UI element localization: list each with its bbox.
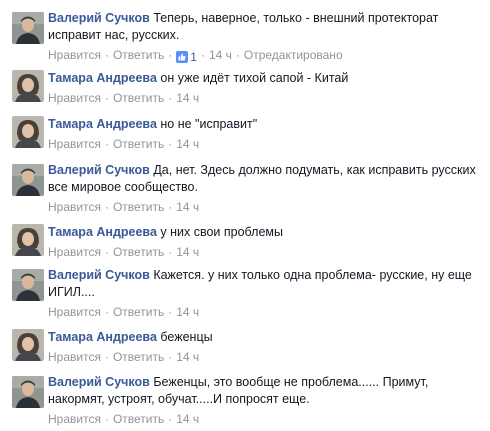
- separator: ·: [104, 200, 109, 214]
- separator: ·: [168, 350, 173, 364]
- comment-message: беженцы: [160, 330, 213, 344]
- avatar-tamara[interactable]: [12, 224, 44, 256]
- comment-actions: Нравится · Ответить · 14 ч: [48, 411, 482, 427]
- separator: ·: [168, 245, 173, 259]
- comment-text: Валерий Сучков Беженцы, это вообще не пр…: [48, 374, 482, 408]
- edited-label[interactable]: Отредактировано: [244, 48, 343, 62]
- comment-body: Тамара Андреева беженцы Нравится · Ответит…: [48, 329, 482, 365]
- like-button[interactable]: Нравится: [48, 137, 101, 151]
- reply-button[interactable]: Ответить: [113, 137, 164, 151]
- comment-author[interactable]: Валерий Сучков: [48, 375, 150, 389]
- timestamp[interactable]: 14 ч: [209, 48, 232, 62]
- comment-body: Валерий Сучков Беженцы, это вообще не пр…: [48, 374, 482, 427]
- comment-body: Тамара Андреева у них свои проблемы Нрав…: [48, 224, 482, 260]
- comment-actions: Нравится · Ответить · 14 ч: [48, 90, 482, 106]
- comment-body: Валерий Сучков Теперь, наверное, только …: [48, 10, 482, 65]
- comment-body: Тамара Андреева он уже идёт тихой сапой …: [48, 70, 482, 106]
- comment-author[interactable]: Тамара Андреева: [48, 117, 157, 131]
- comment-author[interactable]: Тамара Андреева: [48, 330, 157, 344]
- comment-body: Тамара Андреева но не "исправит" Нравитс…: [48, 116, 482, 152]
- separator: ·: [168, 137, 173, 151]
- comment-message: он уже идёт тихой сапой - Китай: [160, 71, 349, 85]
- timestamp[interactable]: 14 ч: [176, 412, 199, 426]
- separator: ·: [200, 48, 205, 62]
- reply-button[interactable]: Ответить: [113, 245, 164, 259]
- comment-actions: Нравится · Ответить · 14 ч: [48, 244, 482, 260]
- avatar-valery[interactable]: [12, 12, 44, 44]
- like-button[interactable]: Нравится: [48, 91, 101, 105]
- separator: ·: [104, 48, 109, 62]
- like-button[interactable]: Нравится: [48, 200, 101, 214]
- comment-actions: Нравится · Ответить · 1 · 14 ч · Отредактировано: [48, 47, 482, 65]
- separator: ·: [104, 245, 109, 259]
- comment-text: Валерий Сучков Теперь, наверное, только …: [48, 10, 482, 44]
- comment-message: но не "исправит": [160, 117, 258, 131]
- like-button[interactable]: Нравится: [48, 350, 101, 364]
- timestamp[interactable]: 14 ч: [176, 350, 199, 364]
- comment-text: Тамара Андреева у них свои проблемы: [48, 224, 482, 241]
- comment-author[interactable]: Валерий Сучков: [48, 268, 150, 282]
- timestamp[interactable]: 14 ч: [176, 245, 199, 259]
- separator: ·: [104, 137, 109, 151]
- comment-actions: Нравится · Ответить · 14 ч: [48, 304, 482, 320]
- separator: ·: [104, 350, 109, 364]
- comment-body: Валерий Сучков Кажется. у них только одн…: [48, 267, 482, 320]
- separator: ·: [168, 48, 173, 62]
- thumbs-up-icon: [176, 51, 189, 63]
- reply-button[interactable]: Ответить: [113, 350, 164, 364]
- separator: ·: [104, 91, 109, 105]
- reply-button[interactable]: Ответить: [113, 200, 164, 214]
- avatar-tamara[interactable]: [12, 329, 44, 361]
- reply-button[interactable]: Ответить: [113, 305, 164, 319]
- comment-text: Тамара Андреева беженцы: [48, 329, 482, 346]
- timestamp[interactable]: 14 ч: [176, 91, 199, 105]
- comment-body: Валерий Сучков Да, нет. Здесь должно под…: [48, 162, 482, 215]
- reply-button[interactable]: Ответить: [113, 48, 164, 62]
- separator: ·: [168, 305, 173, 319]
- avatar-tamara[interactable]: [12, 116, 44, 148]
- avatar-tamara[interactable]: [12, 70, 44, 102]
- like-button[interactable]: Нравится: [48, 412, 101, 426]
- like-button[interactable]: Нравится: [48, 48, 101, 62]
- timestamp[interactable]: 14 ч: [176, 137, 199, 151]
- comment-text: Валерий Сучков Да, нет. Здесь должно под…: [48, 162, 482, 196]
- avatar-valery[interactable]: [12, 164, 44, 196]
- comment-author[interactable]: Валерий Сучков: [48, 163, 150, 177]
- timestamp[interactable]: 14 ч: [176, 305, 199, 319]
- timestamp[interactable]: 14 ч: [176, 200, 199, 214]
- comment-text: Валерий Сучков Кажется. у них только одн…: [48, 267, 482, 301]
- like-count-badge[interactable]: 1: [176, 49, 197, 65]
- separator: ·: [104, 412, 109, 426]
- separator: ·: [168, 200, 173, 214]
- like-button[interactable]: Нравится: [48, 305, 101, 319]
- separator: ·: [168, 91, 173, 105]
- like-button[interactable]: Нравится: [48, 245, 101, 259]
- separator: ·: [235, 48, 240, 62]
- comment-author[interactable]: Тамара Андреева: [48, 225, 157, 239]
- comment-author[interactable]: Тамара Андреева: [48, 71, 157, 85]
- comment-message: у них свои проблемы: [160, 225, 283, 239]
- comment-text: Тамара Андреева но не "исправит": [48, 116, 482, 133]
- comment-actions: Нравится · Ответить · 14 ч: [48, 349, 482, 365]
- comment-actions: Нравится · Ответить · 14 ч: [48, 199, 482, 215]
- reply-button[interactable]: Ответить: [113, 412, 164, 426]
- reply-button[interactable]: Ответить: [113, 91, 164, 105]
- comment-author[interactable]: Валерий Сучков: [48, 11, 150, 25]
- comment-thread: Валерий Сучков Теперь, наверное, только …: [0, 0, 490, 431]
- separator: ·: [168, 412, 173, 426]
- comment-text: Тамара Андреева он уже идёт тихой сапой …: [48, 70, 482, 87]
- avatar-valery[interactable]: [12, 376, 44, 408]
- separator: ·: [104, 305, 109, 319]
- comment-actions: Нравится · Ответить · 14 ч: [48, 136, 482, 152]
- avatar-valery[interactable]: [12, 269, 44, 301]
- like-count: 1: [190, 50, 197, 64]
